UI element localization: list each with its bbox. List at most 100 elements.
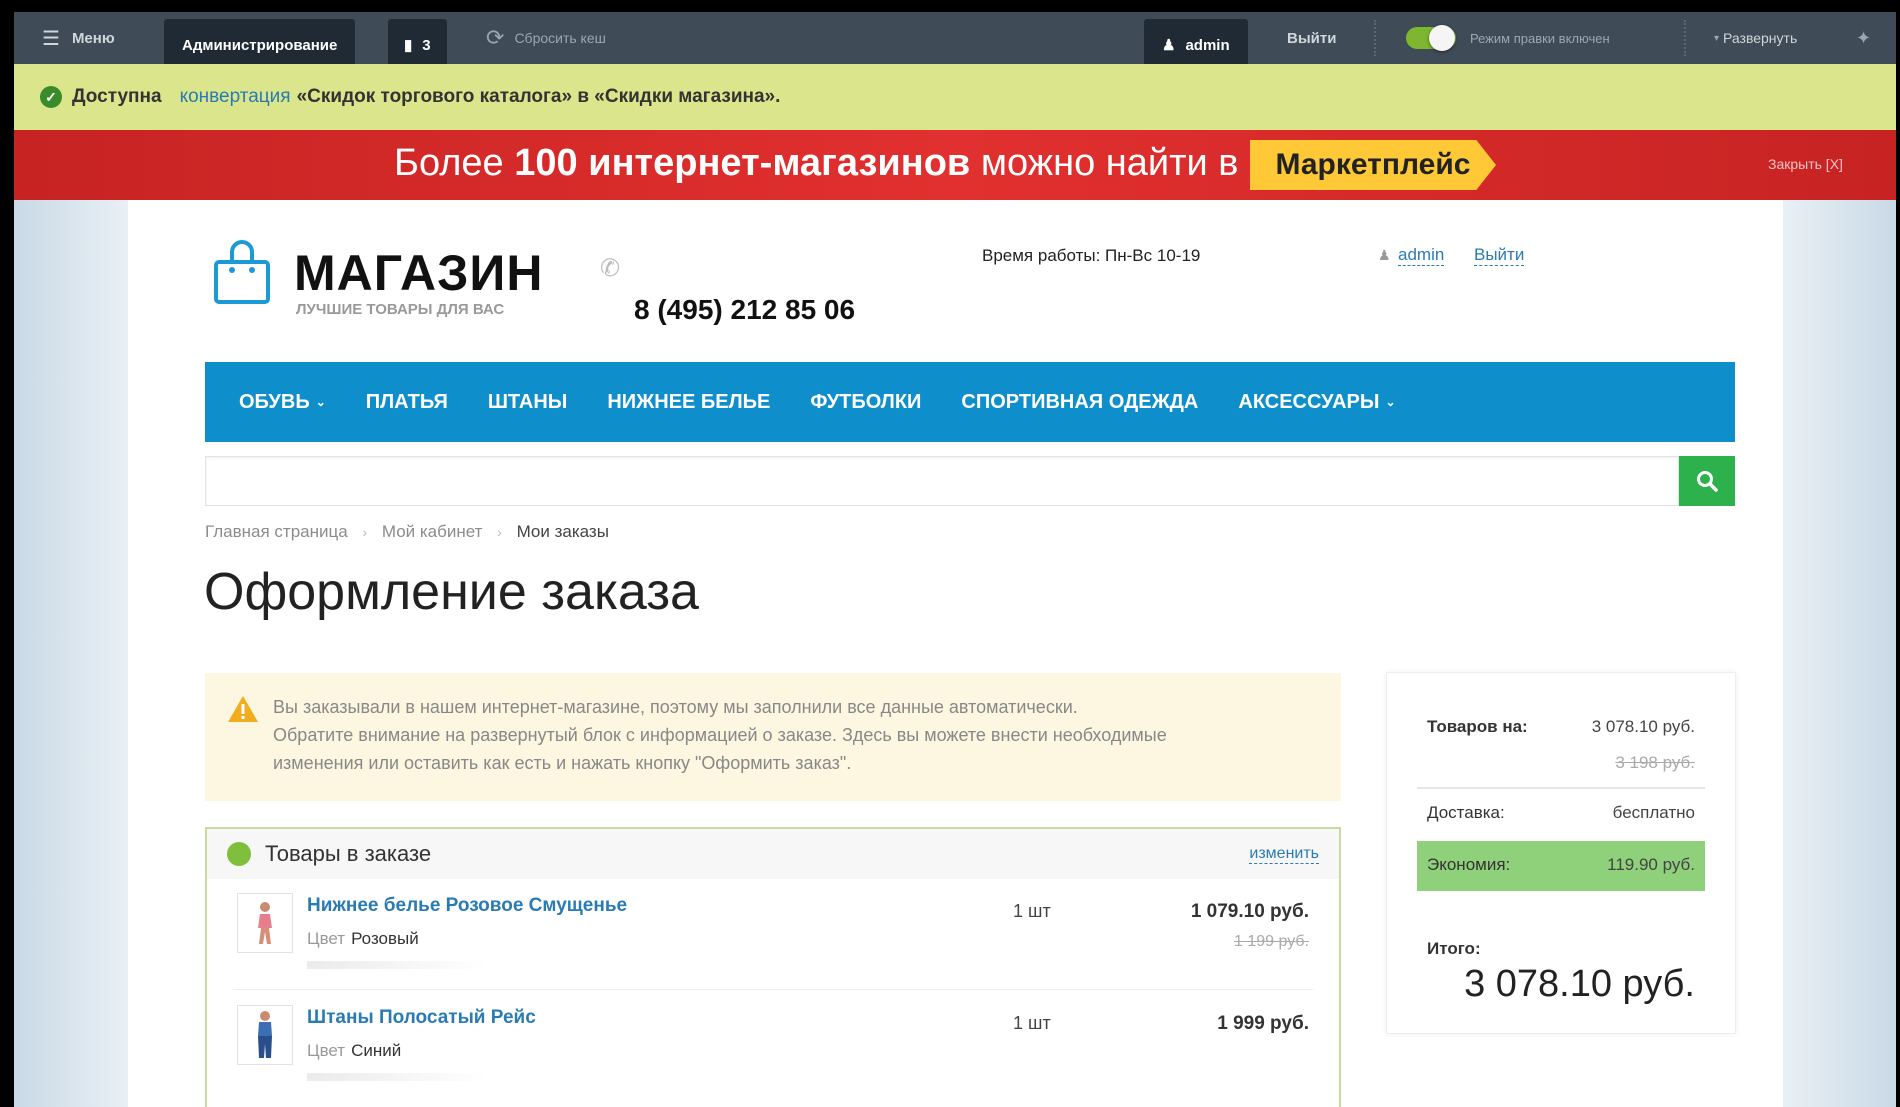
summary-divider (1417, 787, 1705, 789)
faded-property (307, 961, 487, 969)
toggle-switch-icon (1406, 25, 1456, 51)
banner-text-before: Более (394, 142, 504, 184)
chevron-down-icon: ⌄ (1385, 395, 1396, 409)
property-value: Розовый (351, 929, 419, 948)
total-label: Итого: (1427, 939, 1481, 958)
goods-old-total: 3 198 руб. (1615, 753, 1695, 772)
breadcrumb-separator: › (362, 524, 368, 540)
property-label: Цвет (307, 1041, 346, 1060)
order-item-row: Штаны Полосатый Рейс Цвет Синий 1 шт 1 99… (207, 993, 1339, 1105)
pin-icon: ✦ (1856, 27, 1872, 48)
store-logo-text[interactable]: МАГАЗИН (294, 244, 543, 302)
conversion-notice: ✓ Доступна конвертация «Скидок торгового… (14, 64, 1896, 130)
savings-value: 119.90 руб. (1607, 855, 1695, 874)
notice-prefix: Доступна (72, 86, 162, 107)
logout-link[interactable]: Выйти (1474, 245, 1525, 266)
banner-text-after: можно найти в (980, 142, 1239, 184)
admin-logout-button[interactable]: Выйти (1287, 12, 1336, 64)
nav-item-label: АКСЕССУАРЫ (1238, 390, 1380, 413)
search-button[interactable] (1679, 456, 1735, 506)
hamburger-icon: ☰ (42, 27, 60, 50)
separator (1684, 20, 1688, 56)
property-label: Цвет (307, 929, 346, 948)
breadcrumb: Главная страница › Мой кабинет › Мои зак… (205, 522, 609, 542)
notifications-icon: ▮ (404, 37, 413, 54)
refresh-icon: ⟳ (486, 25, 505, 50)
page-title: Оформление заказа (204, 563, 699, 621)
order-items-header: Товары в заказе изменить (207, 829, 1339, 879)
breadcrumb-account[interactable]: Мой кабинет (382, 522, 483, 541)
product-image-icon (258, 902, 272, 944)
store-phone: 8 (495) 212 85 06 (634, 294, 856, 325)
pin-button[interactable]: ✦ (1856, 12, 1871, 64)
marketplace-banner[interactable]: Более 100 интернет-магазинов можно найти… (14, 130, 1896, 200)
notice-text: «Скидок торгового каталога» в «Скидки ма… (296, 86, 781, 107)
check-circle-icon: ✓ (40, 86, 62, 108)
user-icon: ♟ (1378, 247, 1391, 263)
nav-item-underwear[interactable]: НИЖНЕЕ БЕЛЬЕ (607, 391, 770, 414)
nav-item-label: НИЖНЕЕ БЕЛЬЕ (607, 390, 771, 413)
store-tagline: ЛУЧШИЕ ТОВАРЫ ДЛЯ ВАС (296, 301, 505, 318)
search-icon (1697, 471, 1718, 492)
product-thumbnail[interactable] (237, 1005, 293, 1065)
warning-line: изменения или оставить как есть и нажать… (273, 753, 852, 773)
nav-item-label: СПОРТИВНАЯ ОДЕЖДА (961, 390, 1199, 413)
marketplace-label: Маркетплейс (1275, 148, 1471, 181)
chevron-down-icon: ⌄ (315, 395, 326, 409)
goods-total-value: 3 078.10 руб. (1591, 717, 1695, 736)
product-property: Цвет Синий (307, 1041, 401, 1061)
edit-items-link[interactable]: изменить (1249, 845, 1319, 864)
product-thumbnail[interactable] (237, 893, 293, 953)
breadcrumb-orders[interactable]: Мои заказы (517, 522, 609, 541)
order-item-row: Нижнее белье Розовое Смущенье Цвет Розовы… (207, 881, 1339, 993)
admin-user-label: admin (1185, 36, 1230, 54)
nav-item-dresses[interactable]: ПЛАТЬЯ (366, 391, 448, 414)
goods-total-label: Товаров на: (1427, 717, 1528, 736)
nav-item-label: ШТАНЫ (487, 390, 568, 413)
product-name-link[interactable]: Штаны Полосатый Рейс (307, 1007, 536, 1029)
user-icon: ♟ (1162, 37, 1176, 54)
store-page: МАГАЗИН ЛУЧШИЕ ТОВАРЫ ДЛЯ ВАС ✆ 8 (495) … (128, 200, 1783, 1107)
expand-button[interactable]: ▾ Развернуть (1714, 12, 1797, 64)
product-name-link[interactable]: Нижнее белье Розовое Смущенье (307, 895, 627, 917)
working-hours: Время работы: Пн-Вс 10-19 (982, 246, 1201, 265)
chevron-down-icon: ▾ (1714, 32, 1720, 44)
shopping-bag-icon (214, 240, 270, 304)
product-property: Цвет Розовый (307, 929, 419, 949)
nav-item-label: ФУТБОЛКИ (810, 390, 922, 413)
item-old-price: 1 199 руб. (1234, 933, 1309, 950)
clear-cache-label: Сбросить кеш (514, 30, 606, 46)
warning-line: Вы заказывали в нашем интернет-магазине,… (273, 697, 1078, 717)
item-price: 1 079.10 руб. (1190, 901, 1309, 922)
clear-cache-button[interactable]: ⟳ Сбросить кеш (486, 12, 606, 64)
search-input[interactable] (205, 456, 1679, 506)
banner-text: Более 100 интернет-магазинов можно найти… (394, 142, 1239, 185)
nav-item-sportswear[interactable]: СПОРТИВНАЯ ОДЕЖДА (961, 391, 1198, 414)
nav-item-accessories[interactable]: АКСЕССУАРЫ ⌄ (1238, 391, 1395, 414)
breadcrumb-home[interactable]: Главная страница (205, 522, 348, 541)
notifications-count: 3 (422, 36, 431, 54)
expand-label: Развернуть (1723, 30, 1798, 46)
nav-item-pants[interactable]: ШТАНЫ (488, 391, 568, 414)
nav-item-label: ОБУВЬ (239, 390, 310, 413)
nav-item-label: ПЛАТЬЯ (365, 390, 448, 413)
admin-panel: ☰ Меню Администрирование ▮ 3 ⟳ Сбросить … (14, 12, 1896, 71)
administration-label: Администрирование (182, 36, 338, 54)
profile-link[interactable]: admin (1398, 245, 1445, 266)
separator (1374, 20, 1378, 56)
autofill-warning: Вы заказывали в нашем интернет-магазине,… (205, 673, 1341, 801)
warning-icon (228, 696, 258, 722)
faded-property (307, 1073, 487, 1081)
nav-item-shoes[interactable]: ОБУВЬ ⌄ (239, 391, 326, 414)
edit-mode-toggle[interactable]: Режим правки включен (1406, 12, 1610, 64)
savings-label: Экономия: (1427, 855, 1511, 874)
notice-conversion-link[interactable]: конвертация (180, 86, 291, 108)
item-price: 1 999 руб. (1217, 1013, 1309, 1034)
warning-line: Обратите внимание на развернутый блок с … (273, 725, 1167, 745)
nav-item-tshirts[interactable]: ФУТБОЛКИ (810, 391, 921, 414)
marketplace-button[interactable]: Маркетплейс (1250, 140, 1496, 190)
banner-close-button[interactable]: Закрыть [X] (1768, 156, 1843, 172)
menu-button[interactable]: ☰ Меню (42, 12, 115, 64)
item-quantity: 1 шт (1013, 901, 1051, 921)
delivery-value: бесплатно (1612, 803, 1695, 822)
